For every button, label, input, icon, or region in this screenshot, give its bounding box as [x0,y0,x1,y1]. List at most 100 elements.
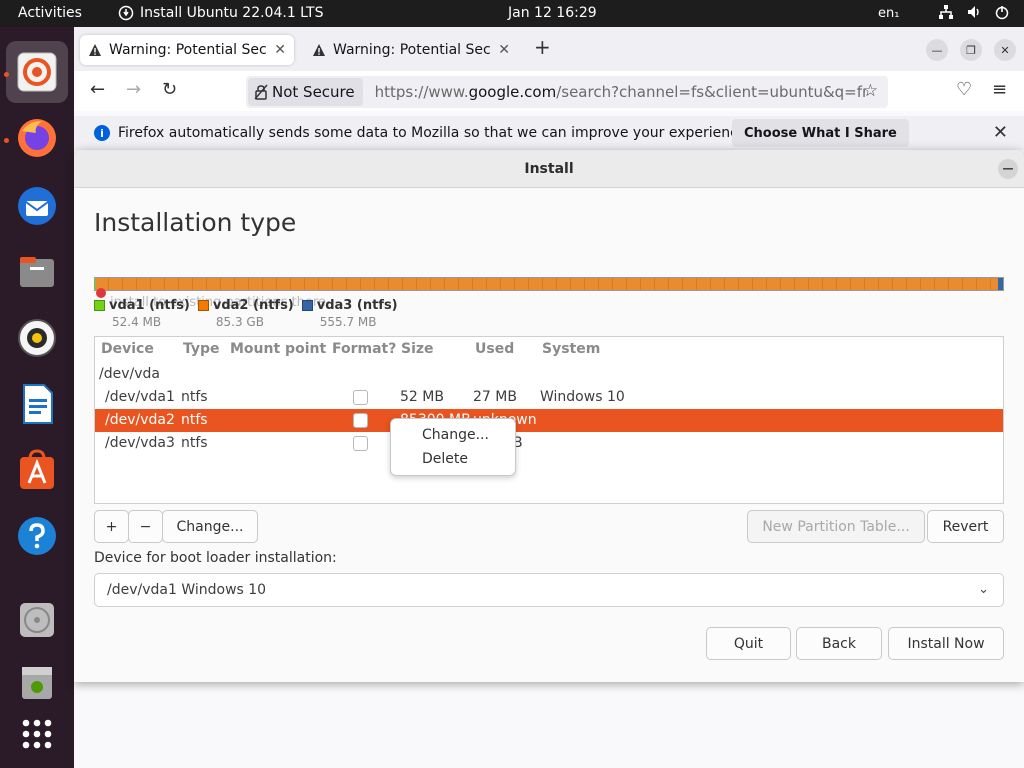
legend-swatch [94,300,105,311]
back-arrow-icon[interactable]: ← [90,79,105,100]
device-cell: /dev/vda [99,366,160,382]
notification-bar: i Firefox automatically sends some data … [74,116,1024,150]
table-row[interactable]: /dev/vda1 ntfs 52 MB 27 MB Windows 10 [95,386,1003,409]
top-bar: Activities Install Ubuntu 22.04.1 LTS Ja… [0,0,1024,27]
table-row[interactable]: /dev/vda [95,363,1003,386]
column-header-used[interactable]: Used [475,341,514,357]
column-header-device[interactable]: Device [101,341,154,357]
legend-item-vda3: vda3 (ntfs) 555.7 MB [301,298,398,329]
menu-item-delete[interactable]: Delete [422,451,468,467]
legend-name: vda3 (ntfs) [316,298,398,313]
menu-item-change[interactable]: Change... [422,427,489,443]
reload-icon[interactable]: ↻ [162,79,177,100]
table-row-selected[interactable]: /dev/vda2 ntfs 85300 MB unknown [95,409,1003,432]
disc-icon[interactable] [6,589,68,651]
notification-text: Firefox automatically sends some data to… [118,125,751,141]
rhythmbox-icon[interactable] [6,307,68,369]
language-indicator[interactable]: en₁ [878,6,899,21]
tab-warning-2[interactable]: Warning: Potential Securi ✕ [304,35,518,65]
partition-segment-vda3 [998,278,1003,290]
activities-button[interactable]: Activities [18,5,82,21]
change-partition-button[interactable]: Change... [162,510,258,543]
size-cell: 52 MB [400,389,444,405]
menu-icon[interactable]: ≡ [992,79,1007,100]
not-secure-label: Not Secure [272,83,355,101]
new-tab-button[interactable]: + [534,35,551,59]
remove-partition-button[interactable]: − [128,510,163,543]
lock-warning-icon [254,84,268,100]
context-menu: Change... Delete [390,418,516,476]
app-menu[interactable]: Install Ubuntu 22.04.1 LTS [118,5,323,21]
format-checkbox[interactable] [353,413,368,428]
pocket-icon[interactable]: ♡ [956,79,972,100]
power-menu-icon [995,6,1009,20]
window-title: Install [524,161,574,177]
thunderbird-icon[interactable] [6,175,68,237]
tab-warning-1[interactable]: Warning: Potential Securi ✕ [80,35,294,65]
url-path: /search?channel=fs&client=ubuntu&q=free+… [556,83,864,101]
system-menu[interactable] [938,4,1010,20]
installer-window: Install — Installation type install to e… [74,150,1024,682]
system-cell: Windows 10 [540,389,625,405]
partition-bar [94,277,1004,291]
tab-close-icon[interactable]: ✕ [498,42,510,58]
minimize-icon[interactable]: — [926,39,948,61]
column-header-mount-point[interactable]: Mount point [230,341,326,357]
libreoffice-writer-icon[interactable] [6,373,68,435]
partition-segment-vda1 [95,278,96,290]
installer-titlebar: Install — [74,150,1024,188]
url-prefix: https://www. [374,83,469,101]
running-indicator [4,72,9,77]
format-checkbox[interactable] [353,390,368,405]
help-icon[interactable] [6,505,68,567]
device-cell: /dev/vda2 [105,412,175,428]
error-icon [96,288,106,298]
site-security-button[interactable]: Not Secure [248,78,363,106]
url-bar[interactable]: Not Secure https://www.google.com/search… [246,76,888,108]
page-title: Installation type [94,208,297,237]
choose-what-i-share-button[interactable]: Choose What I Share [732,119,909,147]
clock[interactable]: Jan 12 16:29 [508,5,597,21]
quit-button[interactable]: Quit [706,627,791,660]
legend-size: 555.7 MB [319,315,377,329]
minimize-icon[interactable]: — [998,159,1018,179]
column-header-size[interactable]: Size [401,341,434,357]
legend-size: 85.3 GB [215,315,264,329]
type-cell: ntfs [181,412,208,428]
app-center-icon[interactable] [6,439,68,501]
boot-loader-select[interactable]: /dev/vda1 Windows 10 ⌄ [94,573,1004,607]
ubuntu-installer-icon[interactable] [6,41,68,103]
column-header-format[interactable]: Format? [332,341,396,357]
tab-bar: Warning: Potential Securi ✕ Warning: Pot… [74,27,1024,71]
show-apps-icon[interactable] [6,703,68,765]
firefox-icon[interactable] [6,107,68,169]
revert-button[interactable]: Revert [927,510,1004,543]
warning-icon [313,44,325,56]
install-now-button[interactable]: Install Now [888,627,1004,660]
new-partition-table-button[interactable]: New Partition Table... [747,510,925,543]
partition-table[interactable]: Device Type Mount point Format? Size Use… [94,336,1004,504]
column-header-type[interactable]: Type [183,341,220,357]
legend-name: vda1 (ntfs) [109,298,190,313]
table-row[interactable]: /dev/vda3 ntfs B [95,432,1003,455]
close-icon[interactable]: ✕ [994,39,1016,61]
add-partition-button[interactable]: + [94,510,129,543]
column-header-system[interactable]: System [542,341,600,357]
files-icon[interactable] [6,241,68,303]
tab-close-icon[interactable]: ✕ [274,42,286,58]
partition-legend: vda1 (ntfs) 52.4 MB vda2 (ntfs) 85.3 GB … [94,298,404,329]
running-indicator [4,138,9,143]
bookmark-star-icon[interactable]: ☆ [863,81,878,101]
back-button[interactable]: Back [796,627,882,660]
forward-arrow-icon[interactable]: → [126,79,141,100]
chevron-down-icon: ⌄ [978,582,989,597]
device-cell: /dev/vda3 [105,435,175,451]
legend-size: 52.4 MB [112,315,162,329]
format-checkbox[interactable] [353,436,368,451]
boot-loader-label: Device for boot loader installation: [94,550,337,566]
url-text[interactable]: https://www.google.com/search?channel=fs… [375,83,865,101]
legend-name: vda2 (ntfs) [212,298,294,313]
maximize-icon[interactable]: ❐ [960,39,982,61]
close-notification-icon[interactable]: ✕ [993,122,1008,143]
network-icon [939,5,953,19]
